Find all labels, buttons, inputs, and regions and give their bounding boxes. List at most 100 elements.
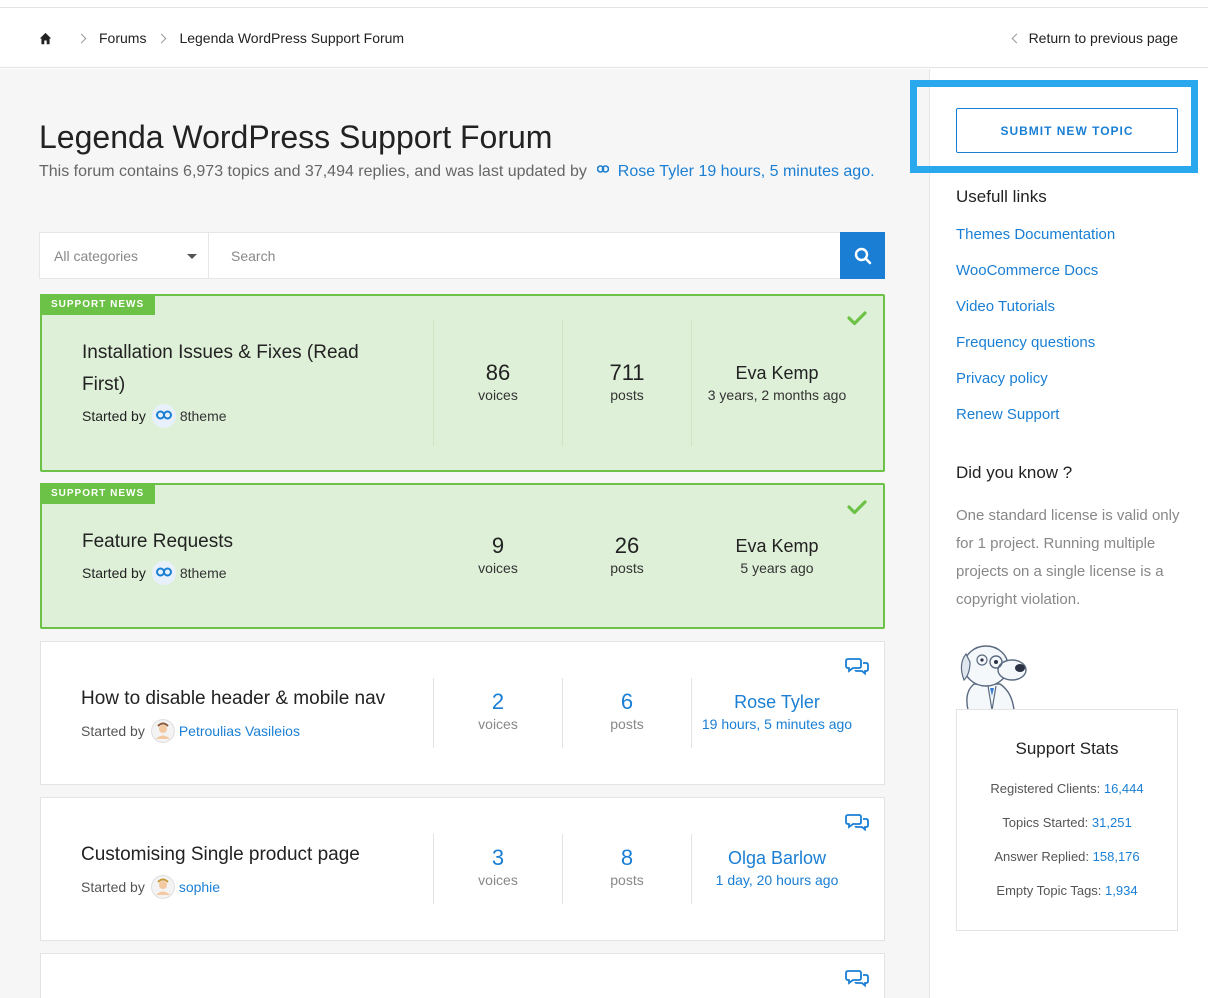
topic-starter: Started by 8theme [82, 561, 227, 585]
category-select[interactable]: All categories [40, 233, 209, 278]
caret-down-icon [187, 254, 197, 259]
voices-label: voices [478, 560, 518, 576]
avatar [151, 561, 176, 585]
stat-row: Empty Topic Tags: 1,934 [957, 883, 1177, 898]
freshness: Eva Kemp 3 years, 2 months ago [681, 361, 873, 403]
avatar [150, 719, 175, 743]
link-themes-documentation[interactable]: Themes Documentation [956, 226, 1115, 243]
last-reply-user[interactable]: Olga Barlow [681, 846, 873, 870]
freshness: Rose Tyler 19 hours, 5 minutes ago [681, 690, 873, 732]
link-frequency-questions[interactable]: Frequency questions [956, 334, 1095, 351]
voices-stat: 86 voices [434, 360, 562, 403]
last-reply-time[interactable]: 3 years, 2 months ago [681, 387, 873, 403]
posts-label: posts [610, 716, 644, 732]
voices-stat: 2 voices [434, 689, 562, 732]
topic-row[interactable] [40, 953, 885, 998]
home-icon[interactable] [39, 32, 52, 45]
link-privacy-policy[interactable]: Privacy policy [956, 370, 1048, 387]
last-reply-user[interactable]: Rose Tyler [681, 690, 873, 714]
list-item: Themes Documentation [956, 226, 1115, 262]
posts-stat: 26 posts [563, 533, 691, 576]
last-reply-time[interactable]: 1 day, 20 hours ago [681, 872, 873, 888]
last-reply-time[interactable]: 19 hours, 5 minutes ago [681, 716, 873, 732]
link-renew-support[interactable]: Renew Support [956, 406, 1059, 423]
desc-time-link[interactable]: 19 hours, 5 minutes ago [698, 163, 870, 180]
chevron-right-icon [157, 33, 167, 43]
support-news-badge: SUPPORT NEWS [40, 483, 156, 504]
topic-starter: Started by sophie [81, 875, 220, 899]
useful-links-list: Themes Documentation WooCommerce Docs Vi… [956, 226, 1115, 442]
posts-stat: 711 posts [563, 360, 691, 403]
freshness: Eva Kemp 5 years ago [681, 534, 873, 576]
stat-label: Topics Started: [1002, 815, 1089, 830]
posts-label: posts [610, 560, 644, 576]
stat-value[interactable]: 158,176 [1093, 849, 1140, 864]
did-you-know-heading: Did you know ? [956, 463, 1073, 482]
stat-row: Registered Clients: 16,444 [957, 781, 1177, 796]
last-reply-user[interactable]: Eva Kemp [681, 361, 873, 385]
stat-value[interactable]: 31,251 [1092, 815, 1132, 830]
breadcrumb-forums[interactable]: Forums [99, 30, 146, 46]
stat-label: Answer Replied: [994, 849, 1090, 864]
desc-user-link[interactable]: Rose Tyler [618, 163, 694, 180]
useful-links-heading: Usefull links [956, 187, 1047, 206]
started-by-label: Started by [81, 723, 145, 739]
posts-stat: 6 posts [563, 689, 691, 732]
search-icon [854, 247, 871, 264]
freshness: Olga Barlow 1 day, 20 hours ago [681, 846, 873, 888]
page-title: Legenda WordPress Support Forum [39, 119, 553, 155]
search-bar: All categories [39, 232, 885, 279]
top-strip [0, 0, 1208, 8]
started-by-label: Started by [82, 565, 146, 581]
return-label: Return to previous page [1028, 30, 1178, 46]
breadcrumb-current: Legenda WordPress Support Forum [179, 30, 405, 46]
voices-label: voices [478, 716, 518, 732]
chat-bubbles-icon [845, 658, 869, 675]
stat-row: Answer Replied: 158,176 [957, 849, 1177, 864]
link-video-tutorials[interactable]: Video Tutorials [956, 298, 1055, 315]
topic-title[interactable]: How to disable header & mobile nav [81, 683, 385, 715]
topic-title[interactable]: Feature Requests [82, 526, 233, 558]
last-reply-user[interactable]: Eva Kemp [681, 534, 873, 558]
topic-title[interactable]: Customising Single product page [81, 839, 360, 871]
chevron-left-icon [1011, 33, 1022, 43]
topic-author[interactable]: sophie [179, 879, 220, 895]
voices-count: 2 [491, 689, 505, 714]
topic-author[interactable]: 8theme [180, 408, 227, 424]
voices-stat: 3 voices [434, 845, 562, 888]
posts-count: 8 [620, 845, 634, 870]
voices-count: 86 [485, 360, 511, 385]
topic-row[interactable]: SUPPORT NEWS Installation Issues & Fixes… [40, 294, 885, 472]
topic-row[interactable]: SUPPORT NEWS Feature Requests Started by… [40, 483, 885, 629]
stat-row: Topics Started: 31,251 [957, 815, 1177, 830]
topic-author[interactable]: 8theme [180, 565, 227, 581]
list-item: Frequency questions [956, 334, 1115, 370]
voices-label: voices [478, 387, 518, 403]
posts-stat: 8 posts [563, 845, 691, 888]
avatar [151, 404, 176, 428]
posts-count: 6 [620, 689, 634, 714]
search-button[interactable] [840, 232, 885, 279]
stat-value[interactable]: 16,444 [1104, 781, 1144, 796]
breadcrumb-bar: Forums Legenda WordPress Support Forum R… [0, 8, 1208, 68]
started-by-label: Started by [81, 879, 145, 895]
stat-value[interactable]: 1,934 [1105, 883, 1138, 898]
link-woocommerce-docs[interactable]: WooCommerce Docs [956, 262, 1098, 279]
last-reply-time[interactable]: 5 years ago [681, 560, 873, 576]
topic-row[interactable]: How to disable header & mobile nav Start… [40, 641, 885, 785]
posts-label: posts [610, 387, 644, 403]
topic-starter: Started by Petroulias Vasileios [81, 719, 300, 743]
return-link[interactable]: Return to previous page [1011, 30, 1178, 46]
support-stats-box: Support Stats Registered Clients: 16,444… [956, 709, 1178, 931]
topic-title[interactable]: Installation Issues & Fixes (Read First) [82, 337, 392, 401]
avatar [150, 875, 175, 899]
list-item: Renew Support [956, 406, 1115, 442]
topic-author[interactable]: Petroulias Vasileios [179, 723, 300, 739]
list-item: Privacy policy [956, 370, 1115, 406]
posts-label: posts [610, 872, 644, 888]
category-selected: All categories [54, 248, 139, 264]
submit-new-topic-button[interactable]: SUBMIT NEW TOPIC [956, 108, 1178, 153]
voices-count: 9 [491, 533, 505, 558]
search-input[interactable] [210, 233, 840, 278]
topic-row[interactable]: Customising Single product page Started … [40, 797, 885, 941]
